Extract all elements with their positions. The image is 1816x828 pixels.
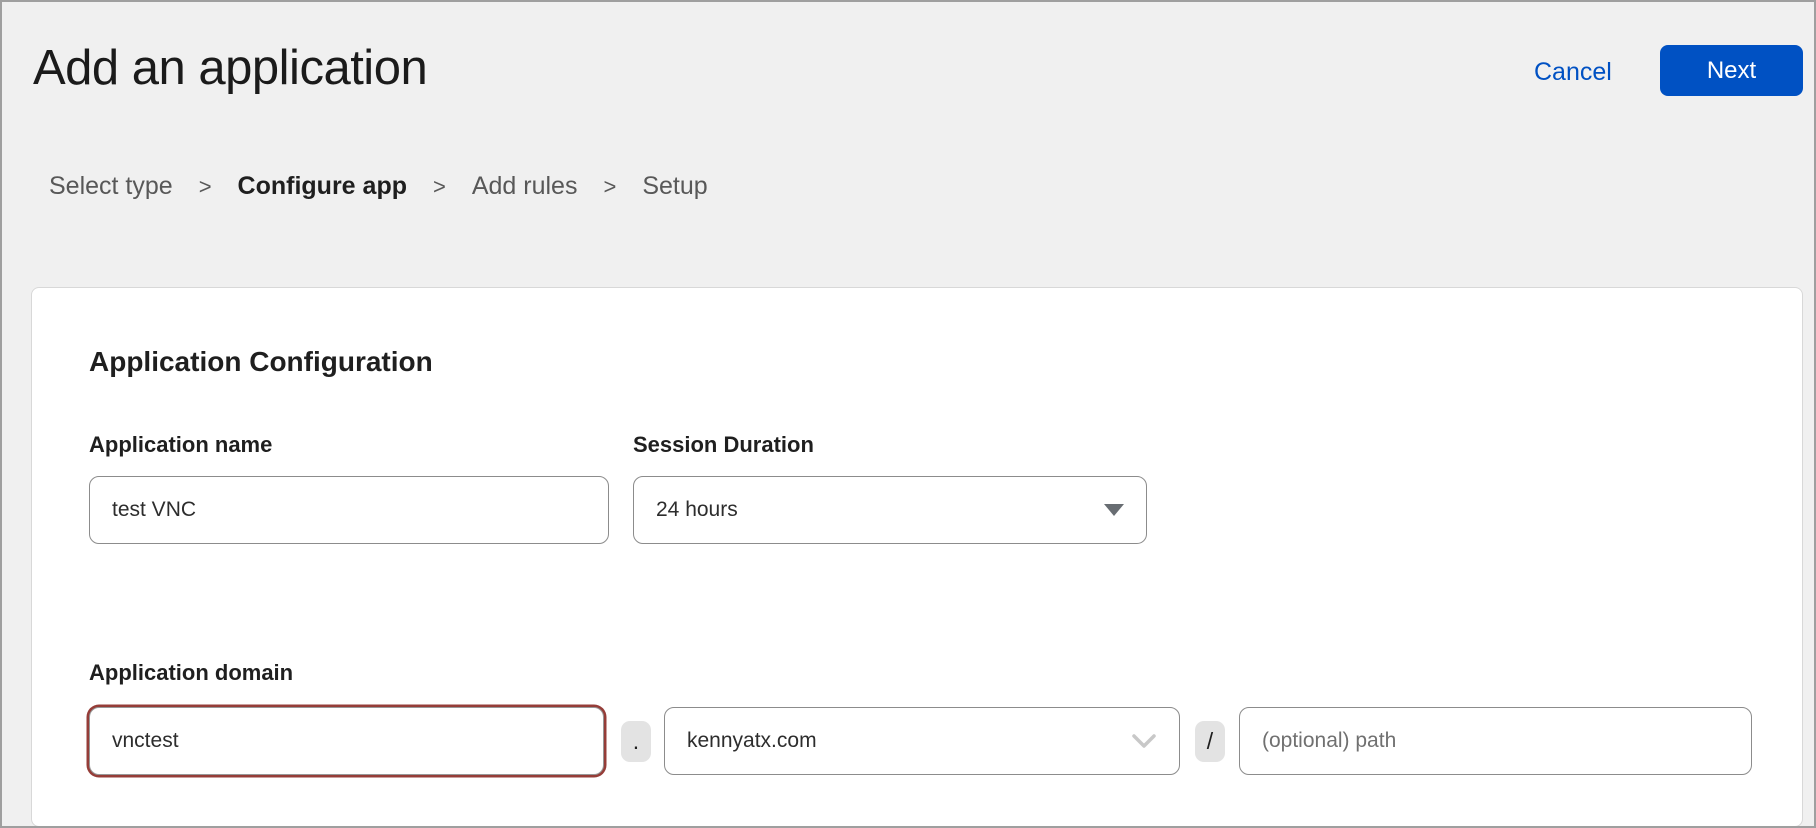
breadcrumb-separator-icon: >	[199, 174, 212, 200]
application-name-label: Application name	[89, 432, 272, 458]
page-title: Add an application	[33, 40, 427, 96]
application-domain-label: Application domain	[89, 660, 293, 686]
application-domain-row: . kennyatx.com /	[89, 707, 1752, 775]
breadcrumb: Select type > Configure app > Add rules …	[49, 172, 708, 201]
subdomain-input[interactable]	[89, 707, 604, 775]
section-title: Application Configuration	[89, 346, 433, 378]
breadcrumb-step-setup[interactable]: Setup	[642, 172, 707, 201]
breadcrumb-step-select-type[interactable]: Select type	[49, 172, 173, 201]
breadcrumb-step-configure-app[interactable]: Configure app	[238, 172, 407, 201]
session-duration-value: 24 hours	[656, 498, 1104, 522]
application-name-input[interactable]	[89, 476, 609, 544]
breadcrumb-separator-icon: >	[603, 174, 616, 200]
dropdown-arrow-icon	[1104, 504, 1124, 516]
slash-separator: /	[1195, 721, 1225, 762]
chevron-down-icon	[1131, 733, 1157, 749]
breadcrumb-separator-icon: >	[433, 174, 446, 200]
path-input[interactable]	[1239, 707, 1752, 775]
application-configuration-card: Application Configuration Application na…	[31, 287, 1803, 827]
breadcrumb-step-add-rules[interactable]: Add rules	[472, 172, 578, 201]
domain-select-value: kennyatx.com	[687, 729, 1131, 753]
add-application-page: Add an application Cancel Next Select ty…	[0, 0, 1816, 828]
domain-select[interactable]: kennyatx.com	[664, 707, 1180, 775]
dot-separator: .	[621, 721, 651, 762]
next-button[interactable]: Next	[1660, 45, 1803, 96]
cancel-button[interactable]: Cancel	[1534, 58, 1612, 87]
session-duration-label: Session Duration	[633, 432, 814, 458]
session-duration-select[interactable]: 24 hours	[633, 476, 1147, 544]
